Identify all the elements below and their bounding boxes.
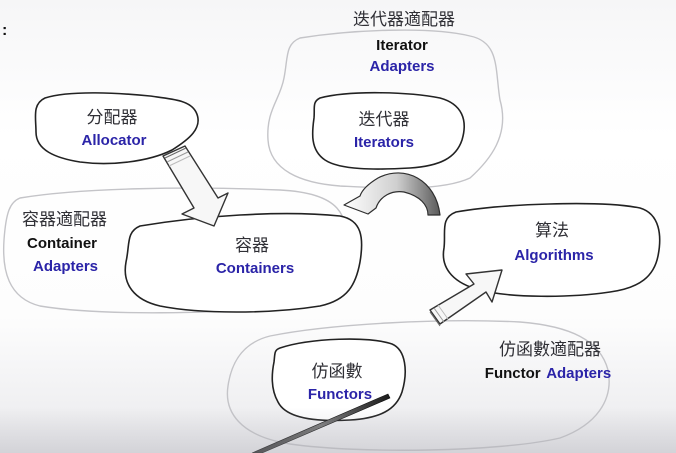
curved-arrow-iterators-containers [343, 172, 441, 216]
iterators-en: Iterators [353, 134, 415, 151]
container-adapters-en-line1: Container [27, 235, 98, 252]
functor-adapters-en-black: Functor [484, 365, 541, 382]
functors-en: Functors [307, 386, 373, 403]
containers-en: Containers [215, 260, 295, 277]
containers-zh: 容器 [235, 236, 269, 256]
container-adapters-en-line2: Adapters [33, 258, 99, 275]
arrow-allocator-to-containers [162, 145, 229, 227]
corner-mark: : [2, 22, 8, 39]
iterator-adapters-en-line1: Iterator [376, 37, 428, 54]
functor-adapters-en-blue: Adapters [546, 365, 612, 382]
container-adapters-zh: 容器適配器 [22, 210, 107, 230]
algorithms-zh: 算法 [535, 221, 569, 241]
diagram-canvas: : 迭代器適配器 Iterator Adapters 分配器 Allocator… [0, 0, 676, 453]
bottom-shade [0, 407, 676, 453]
functor-adapters-zh: 仿函數適配器 [499, 340, 601, 360]
iterator-adapters-en-line2: Adapters [369, 58, 435, 75]
iterator-adapters-zh: 迭代器適配器 [353, 10, 455, 30]
allocator-en: Allocator [81, 132, 147, 149]
allocator-zh: 分配器 [86, 108, 138, 128]
functor-adapters-en: Functor Adapters [485, 364, 611, 382]
iterators-zh: 迭代器 [358, 110, 410, 130]
iterators-cloud [311, 91, 465, 170]
algorithms-en: Algorithms [514, 247, 594, 264]
functors-zh: 仿函數 [311, 362, 363, 382]
